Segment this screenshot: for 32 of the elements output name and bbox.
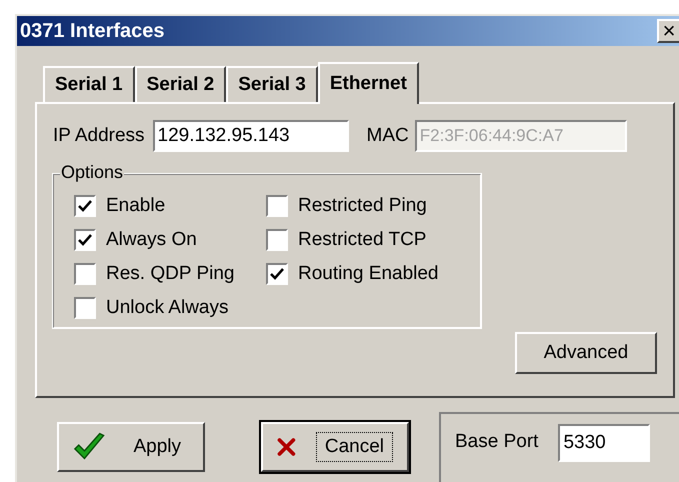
field-label: MAC xyxy=(366,124,409,148)
apply-button[interactable]: Apply xyxy=(57,422,205,472)
tab[interactable]: Serial 1 xyxy=(43,66,135,102)
base-port-field[interactable]: 5330 xyxy=(558,424,650,462)
checkbox-label: Always On xyxy=(106,228,197,252)
field-label: Base Port xyxy=(455,430,538,454)
group-title: Options xyxy=(60,163,124,181)
checkbox[interactable] xyxy=(266,229,288,251)
checkbox[interactable] xyxy=(266,195,288,217)
check-icon xyxy=(78,234,92,246)
cancel-button[interactable]: Cancel xyxy=(261,422,409,472)
tab[interactable]: Serial 2 xyxy=(134,66,226,102)
checkbox[interactable] xyxy=(74,229,96,251)
checkbox-label: Unlock Always xyxy=(106,296,228,320)
checkbox-label: Restricted Ping xyxy=(298,194,427,218)
checkbox-label: Res. QDP Ping xyxy=(106,262,234,286)
field-label: IP Address xyxy=(53,124,145,148)
check-icon xyxy=(78,200,92,212)
window-title: 0371 Interfaces xyxy=(20,19,165,44)
tab[interactable]: Serial 3 xyxy=(226,66,318,102)
ip-address-field[interactable]: 129.132.95.143 xyxy=(152,120,349,152)
close-button[interactable]: × xyxy=(657,19,679,43)
checkbox[interactable] xyxy=(74,263,96,285)
check-icon xyxy=(270,268,284,280)
checkbox[interactable] xyxy=(266,263,288,285)
checkbox[interactable] xyxy=(74,195,96,217)
checkbox[interactable] xyxy=(74,297,96,319)
tab[interactable]: Ethernet xyxy=(318,62,419,104)
advanced-button[interactable]: Advanced xyxy=(515,332,657,374)
checkbox-label: Restricted TCP xyxy=(298,228,426,252)
checkbox-label: Enable xyxy=(106,194,166,218)
checkbox-label: Routing Enabled xyxy=(298,262,438,286)
